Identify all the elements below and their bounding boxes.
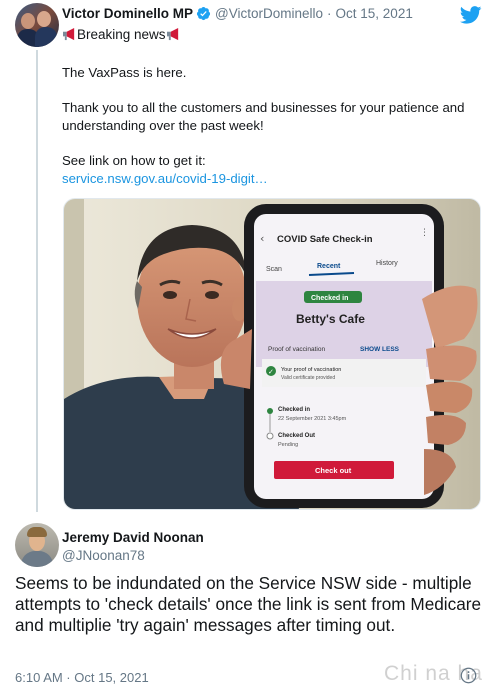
author-avatar[interactable] (15, 3, 59, 47)
reply-avatar[interactable] (15, 523, 59, 567)
show-less: SHOW LESS (360, 346, 400, 353)
tweet-photo[interactable]: ‹ COVID Safe Check-in ⋮ Scan Recent Hist… (63, 198, 481, 510)
separator-dot: · (327, 6, 332, 21)
proof-label: Proof of vaccination (268, 346, 325, 353)
tweet-date[interactable]: Oct 15, 2021 (336, 6, 413, 21)
tweet-line-1: Breaking news (62, 27, 181, 42)
app-back-icon: ‹ (260, 232, 264, 245)
reply-timestamp[interactable]: 6:10 AM · Oct 15, 2021 (15, 670, 149, 685)
tweet: Victor Dominello MP @VictorDominello · O… (0, 0, 497, 512)
proof-sub: Valid certificate provided (281, 375, 335, 381)
reply-text: Seems to be indundated on the Service NS… (15, 573, 482, 635)
timeline-pending: Pending (278, 442, 298, 448)
verified-badge-icon (196, 6, 211, 21)
venue-name: Betty's Cafe (296, 312, 365, 326)
reply-author-handle[interactable]: @JNoonan78 (62, 548, 145, 563)
tweet-paragraph-2: Thank you to all the customers and busin… (62, 100, 465, 133)
photo-illustration: ‹ COVID Safe Check-in ⋮ Scan Recent Hist… (64, 199, 480, 509)
app-menu-icon: ⋮ (420, 228, 429, 238)
author-handle[interactable]: @VictorDominello (215, 6, 323, 21)
timeline-checked-out: Checked Out (278, 433, 315, 439)
breaking-news-text: Breaking news (77, 27, 166, 42)
app-tab-history: History (376, 260, 398, 267)
app-title: COVID Safe Check-in (277, 234, 373, 245)
timeline-checked-in: Checked in (278, 407, 310, 413)
reply-tweet: Jeremy David Noonan @JNoonan78 Seems to … (0, 512, 497, 691)
proof-title: Your proof of vaccination (281, 367, 341, 373)
tweet-header: Victor Dominello MP @VictorDominello · O… (62, 6, 413, 21)
tweet-paragraph-1: The VaxPass is here. (62, 65, 187, 80)
app-tab-recent: Recent (317, 263, 341, 270)
megaphone-icon (63, 28, 75, 41)
checked-in-badge: Checked in (311, 295, 348, 302)
timeline-checked-in-time: 22 September 2021 3:45pm (278, 416, 347, 422)
megaphone-icon (166, 28, 178, 41)
app-tab-scan: Scan (266, 266, 282, 273)
tweet-paragraph-3: See link on how to get it: (62, 153, 206, 168)
twitter-bird-icon[interactable] (460, 6, 482, 24)
checkout-button: Check out (315, 466, 352, 475)
thread-line (36, 50, 38, 512)
info-icon[interactable] (460, 667, 477, 684)
tweet-body: The VaxPass is here. Thank you to all th… (62, 64, 482, 188)
author-name[interactable]: Victor Dominello MP (62, 6, 193, 21)
tweet-link[interactable]: service.nsw.gov.au/covid-19-digit… (62, 171, 268, 186)
svg-text:✓: ✓ (268, 368, 274, 376)
reply-author-name[interactable]: Jeremy David Noonan (62, 530, 204, 545)
